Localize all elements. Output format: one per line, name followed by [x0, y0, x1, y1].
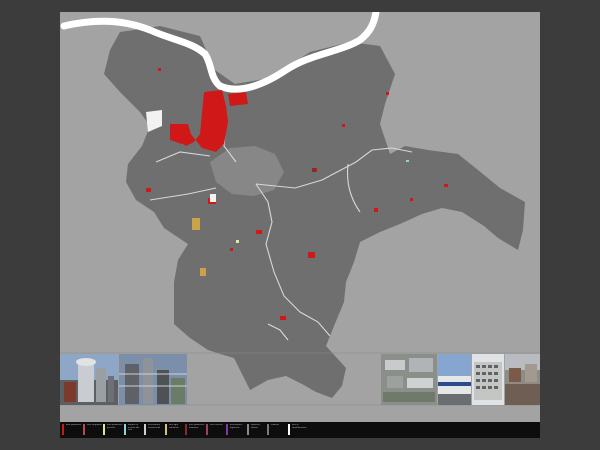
photo-office-block: [472, 354, 504, 405]
planned-zone: [236, 240, 239, 243]
agro-industrial-zone-2: [200, 268, 206, 276]
legend-swatch: [103, 424, 105, 435]
map-legend: aree produttive aree artigianali aree pr…: [60, 422, 540, 438]
legend-label: aree produttive dismesse: [189, 424, 205, 429]
legend-label: aree produttive previste: [107, 424, 123, 429]
legend-swatch: [246, 424, 249, 435]
legend-swatch: [62, 424, 64, 435]
legend-item: aree ricettive: [205, 422, 227, 435]
legend-item: viabilità: [267, 422, 288, 435]
legend-swatch: [144, 424, 146, 435]
photo-industrial-plant-towers: [60, 354, 118, 405]
legend-swatch: [82, 424, 85, 435]
legend-item: aree produttive: [62, 422, 83, 435]
service-zone: [406, 160, 409, 162]
municipality-territory: [104, 26, 525, 398]
legend-label: impianti di servizio alle fonti: [127, 424, 140, 432]
dismissed-zone: [312, 168, 316, 172]
map-panel: [60, 12, 540, 422]
legend-label: ambiente urbano: [250, 424, 261, 429]
legend-swatch: [123, 424, 126, 435]
legend-swatch: [164, 424, 167, 435]
legend-swatch: [267, 424, 269, 435]
legend-swatch: [287, 424, 290, 435]
legend-item: attrezzature logistiche: [226, 422, 247, 435]
legend-label: aree agro industriali: [168, 424, 179, 429]
legend-item: aree artigianali: [82, 422, 104, 435]
legend-item: aree produttive dismesse: [185, 422, 206, 435]
legend-swatch: [226, 424, 228, 435]
legend-item: aree di riqualificazione: [287, 422, 309, 435]
legend-item: impianti di servizio alle fonti: [123, 422, 145, 435]
photo-rural-buildings: [505, 354, 540, 405]
legend-item: attrezzature commerciali: [144, 422, 165, 435]
legend-item: ambiente urbano: [246, 422, 268, 435]
agro-industrial-zone: [192, 218, 200, 230]
photo-warehouse-building: [438, 354, 471, 405]
legend-swatch: [185, 424, 187, 435]
legend-label: aree produttive: [66, 424, 82, 426]
legend-label: viabilità: [271, 424, 279, 426]
legend-label: attrezzature logistiche: [230, 424, 243, 429]
legend-swatch: [205, 424, 208, 435]
legend-label: aree ricettive: [209, 424, 223, 426]
legend-label: attrezzature commerciali: [148, 424, 161, 429]
legend-label: aree artigianali: [86, 424, 102, 426]
legend-item: aree produttive previste: [103, 422, 124, 435]
legend-label: aree di riqualificazione: [291, 424, 307, 429]
photo-aerial-industrial-area: [381, 354, 437, 405]
legend-item: aree agro industriali: [164, 422, 186, 435]
photo-industrial-plant-structure: [119, 354, 187, 405]
